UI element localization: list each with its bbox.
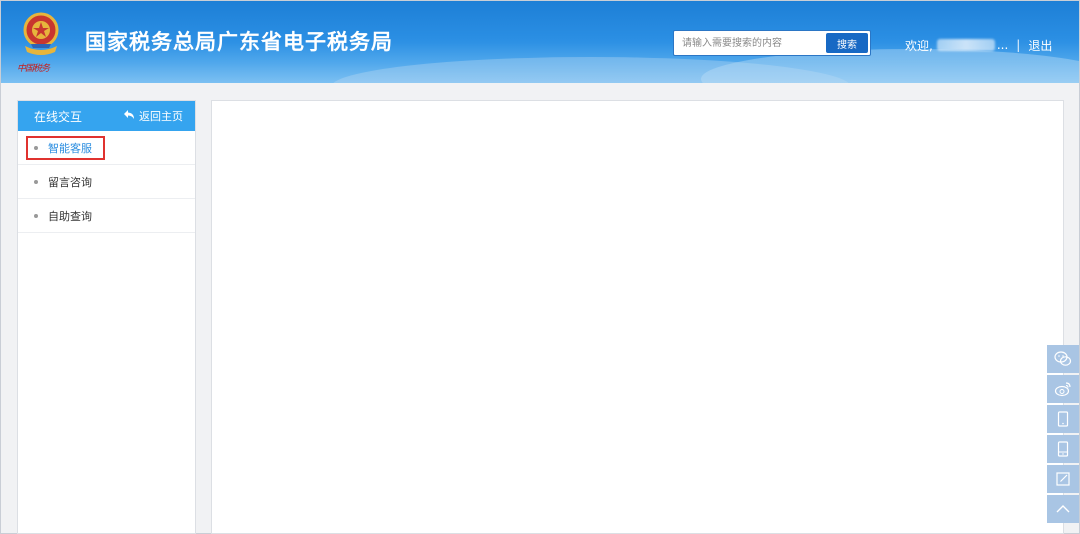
site-header: 中国税务 国家税务总局广东省电子税务局 搜索 欢迎, ... | 退出 <box>1 1 1079 83</box>
logout-link[interactable]: 退出 <box>1028 37 1052 54</box>
highlight-annotation <box>26 136 105 160</box>
feedback-icon[interactable] <box>1047 465 1079 493</box>
sidebar-item-label: 自助查询 <box>48 209 92 223</box>
bullet-icon <box>34 213 38 218</box>
sidebar-item-message-consult[interactable]: 留言咨询 <box>18 165 195 199</box>
welcome-label: 欢迎, <box>905 38 933 53</box>
sidebar-item-smart-service[interactable]: 智能客服 <box>18 131 195 165</box>
emblem-motto: 中国税务 <box>17 64 50 74</box>
search-box: 搜索 <box>673 30 871 56</box>
tablet-app-icon[interactable] <box>1047 435 1079 463</box>
sidebar-item-self-query[interactable]: 自助查询 <box>18 199 195 233</box>
back-arrow-icon <box>124 109 135 123</box>
sidebar-title: 在线交互 <box>34 109 83 124</box>
main-content-panel <box>211 100 1064 534</box>
search-input[interactable] <box>674 31 824 55</box>
user-area: 欢迎, ... | 退出 <box>905 36 1052 54</box>
sidebar-header: 在线交互 返回主页 <box>18 101 195 131</box>
wechat-icon[interactable] <box>1047 345 1079 373</box>
bullet-icon <box>34 179 38 184</box>
separator: | <box>1016 38 1021 52</box>
search-button[interactable]: 搜索 <box>826 33 868 53</box>
floating-toolbar <box>1047 345 1079 525</box>
site-title: 国家税务总局广东省电子税务局 <box>85 30 393 54</box>
sidebar-item-label: 留言咨询 <box>48 175 92 189</box>
back-home-link[interactable]: 返回主页 <box>124 108 183 124</box>
mobile-app-icon[interactable] <box>1047 405 1079 433</box>
username-redacted <box>936 39 995 51</box>
weibo-icon[interactable] <box>1047 375 1079 403</box>
username-suffix: ... <box>996 38 1009 52</box>
back-to-top-icon[interactable] <box>1047 495 1079 523</box>
sidebar: 在线交互 返回主页 智能客服 留言咨询 自助查询 <box>17 100 196 534</box>
back-home-label: 返回主页 <box>139 110 183 123</box>
tax-emblem-icon <box>23 12 59 55</box>
